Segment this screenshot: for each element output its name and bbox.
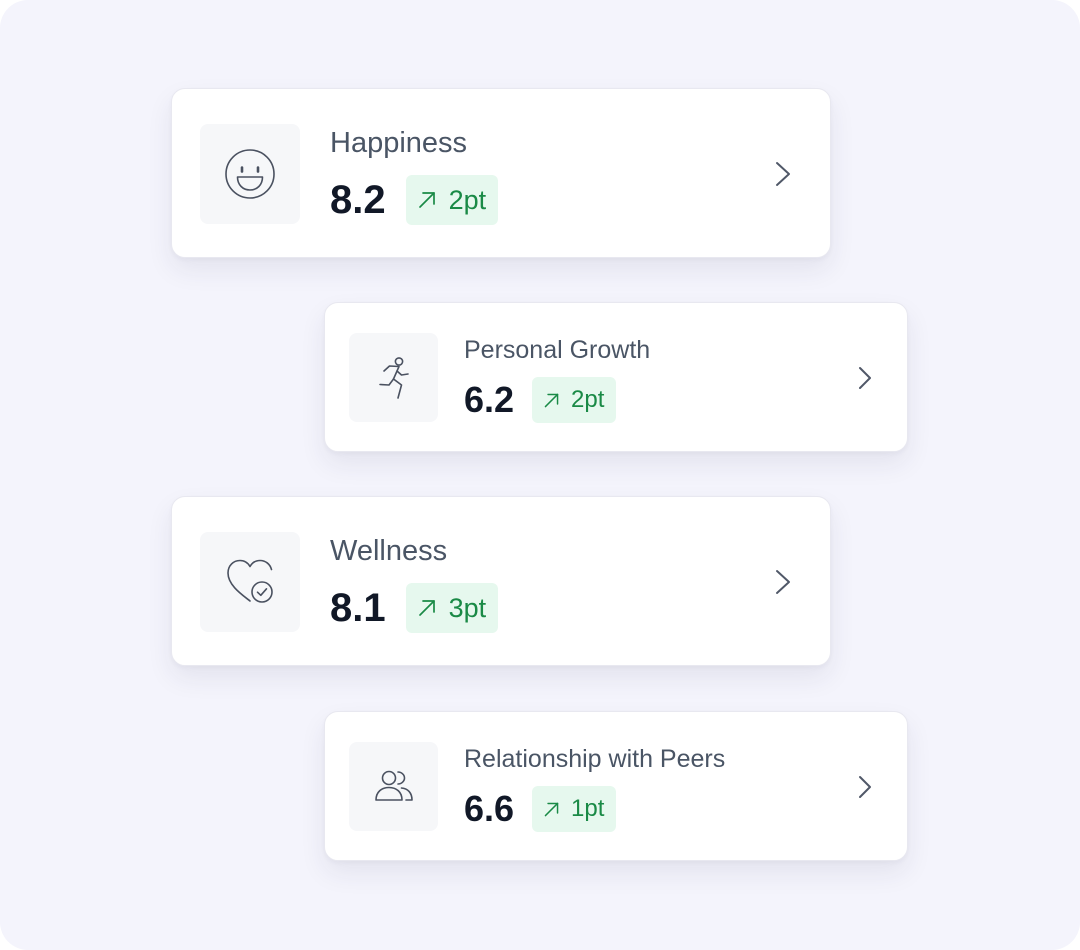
icon-tile: [200, 532, 300, 632]
heart-check-icon: [227, 559, 273, 603]
change-badge: 2pt: [532, 377, 617, 423]
metrics-panel: Happiness 8.2 2pt Personal Growth 6.2 2p…: [0, 0, 1080, 950]
chevron-right-icon[interactable]: [774, 568, 792, 596]
metric-label: Happiness: [330, 127, 468, 159]
score-row: 6.2 2pt: [464, 377, 617, 423]
icon-tile: [349, 742, 438, 831]
change-value: 3pt: [448, 592, 487, 623]
metric-score: 6.6: [464, 788, 515, 829]
metric-card-wellness[interactable]: Wellness 8.1 3pt: [171, 496, 831, 666]
metric-score: 8.2: [330, 178, 386, 222]
arrow-up-right-icon: [418, 600, 435, 616]
chevron-right-icon[interactable]: [857, 774, 873, 800]
metric-label: Personal Growth: [464, 336, 651, 364]
change-badge: 1pt: [532, 786, 617, 832]
icon-tile: [200, 124, 300, 224]
score-row: 8.1 3pt: [330, 583, 499, 633]
metric-card-personal-growth[interactable]: Personal Growth 6.2 2pt: [324, 302, 908, 452]
users-icon: [374, 770, 413, 801]
metric-score: 8.1: [330, 586, 386, 630]
change-badge: 3pt: [405, 583, 499, 633]
icon-tile: [349, 333, 438, 422]
metric-label: Wellness: [330, 535, 448, 567]
change-value: 1pt: [571, 795, 605, 822]
change-value: 2pt: [448, 184, 487, 215]
chevron-right-icon[interactable]: [857, 365, 873, 391]
arrow-up-right-icon: [544, 802, 559, 816]
change-badge: 2pt: [405, 175, 499, 225]
arrow-up-right-icon: [418, 192, 435, 208]
smile-icon: [225, 149, 275, 199]
arrow-up-right-icon: [544, 393, 559, 407]
score-row: 6.6 1pt: [464, 786, 617, 832]
metric-label: Relationship with Peers: [464, 745, 726, 773]
metric-card-happiness[interactable]: Happiness 8.2 2pt: [171, 88, 831, 258]
metric-card-relationship-with-peers[interactable]: Relationship with Peers 6.6 1pt: [324, 711, 908, 861]
metric-score: 6.2: [464, 379, 515, 420]
change-value: 2pt: [571, 386, 605, 413]
chevron-right-icon[interactable]: [774, 160, 792, 188]
running-person-icon: [378, 356, 409, 399]
score-row: 8.2 2pt: [330, 175, 499, 225]
